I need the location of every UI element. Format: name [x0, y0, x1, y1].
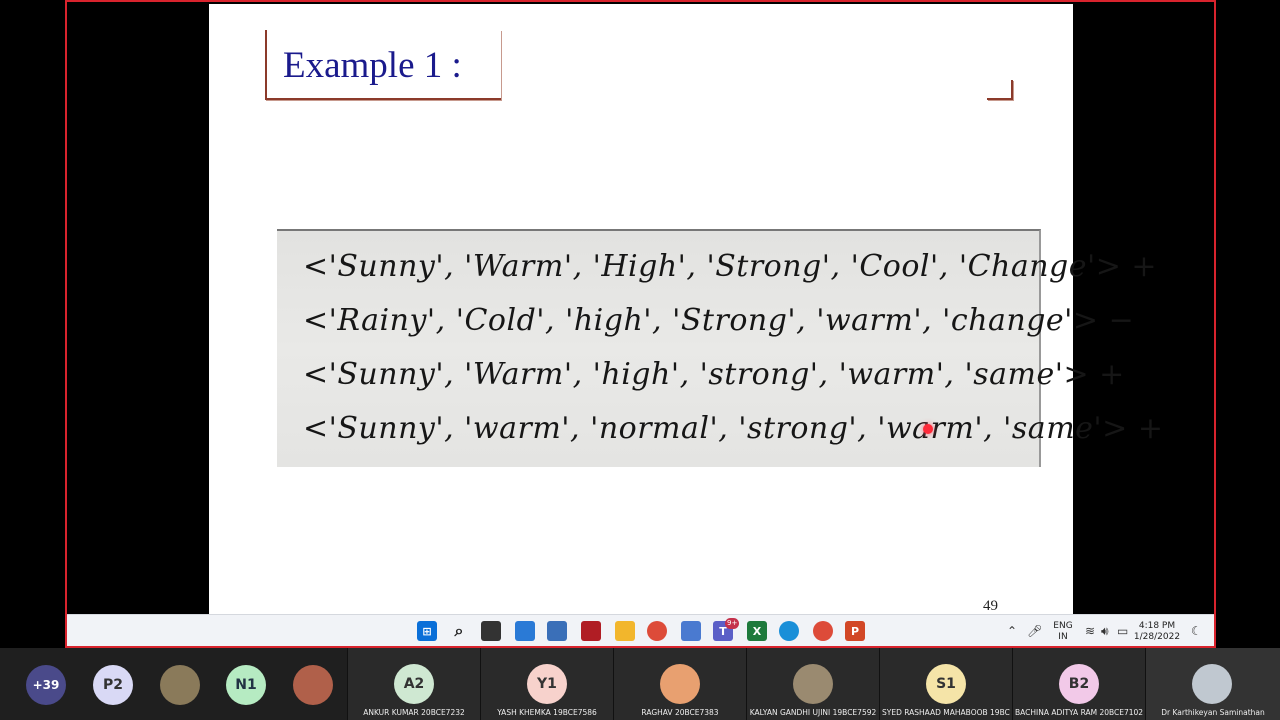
handwritten-line-2: <'Rainy', 'Cold', 'high', 'Strong', 'war…: [303, 303, 1135, 338]
participant-tile[interactable]: RAGHAV 20BCE7383: [613, 648, 746, 720]
store-icon[interactable]: [547, 621, 567, 641]
laser-pointer: [923, 424, 933, 434]
handwritten-line-4: <'Sunny', 'warm', 'normal', 'strong', 'w…: [303, 411, 1164, 446]
participant-avatar[interactable]: [293, 665, 333, 705]
clock-time: 4:18 PM: [1138, 621, 1176, 631]
participant-avatar: Y1: [527, 664, 567, 704]
shared-screen-background: Example 1 : <'Sunny', 'Warm', 'High', 'S…: [67, 2, 1214, 614]
search-icon[interactable]: ⌕: [449, 621, 469, 641]
windows-icon[interactable]: ⊞: [417, 621, 437, 641]
volume-icon[interactable]: 🔊︎: [1101, 624, 1109, 639]
clock-date: 1/28/2022: [1133, 632, 1181, 642]
participant-avatar: B2: [1059, 664, 1099, 704]
chrome-icon[interactable]: [647, 621, 667, 641]
language-indicator[interactable]: ENG IN: [1051, 621, 1075, 643]
chevron-up-icon[interactable]: ⌃: [1007, 624, 1017, 638]
region-code: IN: [1058, 632, 1068, 642]
excel-icon[interactable]: X: [747, 621, 767, 641]
participant-avatar[interactable]: N1: [226, 665, 266, 705]
participant-avatar: [660, 664, 700, 704]
overflow-participants-button[interactable]: +39: [26, 665, 66, 705]
participant-avatar: A2: [394, 664, 434, 704]
handwritten-line-1: <'Sunny', 'Warm', 'High', 'Strong', 'Coo…: [303, 249, 1158, 284]
file-explorer-icon[interactable]: [615, 621, 635, 641]
participant-tile[interactable]: Y1 YASH KHEMKA 19BCE7586: [480, 648, 613, 720]
wifi-icon[interactable]: ≋: [1085, 624, 1095, 638]
participant-tile[interactable]: S1 SYED RASHAAD MAHABOOB 19BC...: [879, 648, 1012, 720]
participant-name: BACHINA ADITYA RAM 20BCE7102: [1015, 708, 1143, 717]
participant-avatar[interactable]: P2: [93, 665, 133, 705]
presentation-slide: Example 1 : <'Sunny', 'Warm', 'High', 'S…: [209, 4, 1163, 614]
participant-avatar[interactable]: [160, 665, 200, 705]
participant-name: ANKUR KUMAR 20BCE7232: [363, 708, 465, 717]
participant-avatar: [793, 664, 833, 704]
slide-page-number: 49: [983, 598, 998, 614]
participant-tile[interactable]: KALYAN GANDHI UJINI 19BCE7592: [746, 648, 879, 720]
moon-icon[interactable]: ☾: [1191, 624, 1202, 638]
participant-name: SYED RASHAAD MAHABOOB 19BC...: [882, 708, 1010, 717]
battery-icon[interactable]: ▭: [1117, 624, 1128, 638]
participant-tile[interactable]: A2 ANKUR KUMAR 20BCE7232: [347, 648, 480, 720]
notepad-icon[interactable]: [681, 621, 701, 641]
edge-icon[interactable]: [779, 621, 799, 641]
task-view-icon[interactable]: [481, 621, 501, 641]
teams-badge: 9+: [725, 618, 740, 629]
participant-name: RAGHAV 20BCE7383: [641, 708, 719, 717]
chrome-alt-icon[interactable]: [813, 621, 833, 641]
language-code: ENG: [1053, 621, 1073, 631]
widgets-icon[interactable]: [515, 621, 535, 641]
handwritten-line-3: <'Sunny', 'Warm', 'high', 'strong', 'war…: [303, 357, 1125, 392]
slide-title: Example 1 :: [283, 45, 462, 86]
participant-name: Dr Karthikeyan Saminathan: [1161, 708, 1265, 717]
powerpoint-icon[interactable]: P: [845, 621, 865, 641]
handwritten-examples-image: <'Sunny', 'Warm', 'High', 'Strong', 'Coo…: [277, 229, 1163, 467]
microphone-icon[interactable]: 🎤︎: [1027, 624, 1042, 638]
clock[interactable]: 4:18 PM 1/28/2022: [1129, 621, 1185, 643]
media-icon[interactable]: [581, 621, 601, 641]
participant-name: KALYAN GANDHI UJINI 19BCE7592: [749, 708, 877, 717]
participant-avatar: S1: [926, 664, 966, 704]
participant-tile-presenter[interactable]: Dr Karthikeyan Saminathan: [1145, 648, 1280, 720]
corner-bracket: [987, 80, 1013, 100]
participant-name: YASH KHEMKA 19BCE7586: [497, 708, 597, 717]
participant-avatar: [1192, 664, 1232, 704]
shared-screen: Example 1 : <'Sunny', 'Warm', 'High', 'S…: [65, 0, 1216, 648]
windows-taskbar: ⊞ ⌕ T 9+ X P ⌃ 🎤︎ ENG IN ≋ 🔊︎ ▭ 4:18 PM …: [67, 614, 1214, 646]
participant-tile[interactable]: B2 BACHINA ADITYA RAM 20BCE7102: [1012, 648, 1145, 720]
